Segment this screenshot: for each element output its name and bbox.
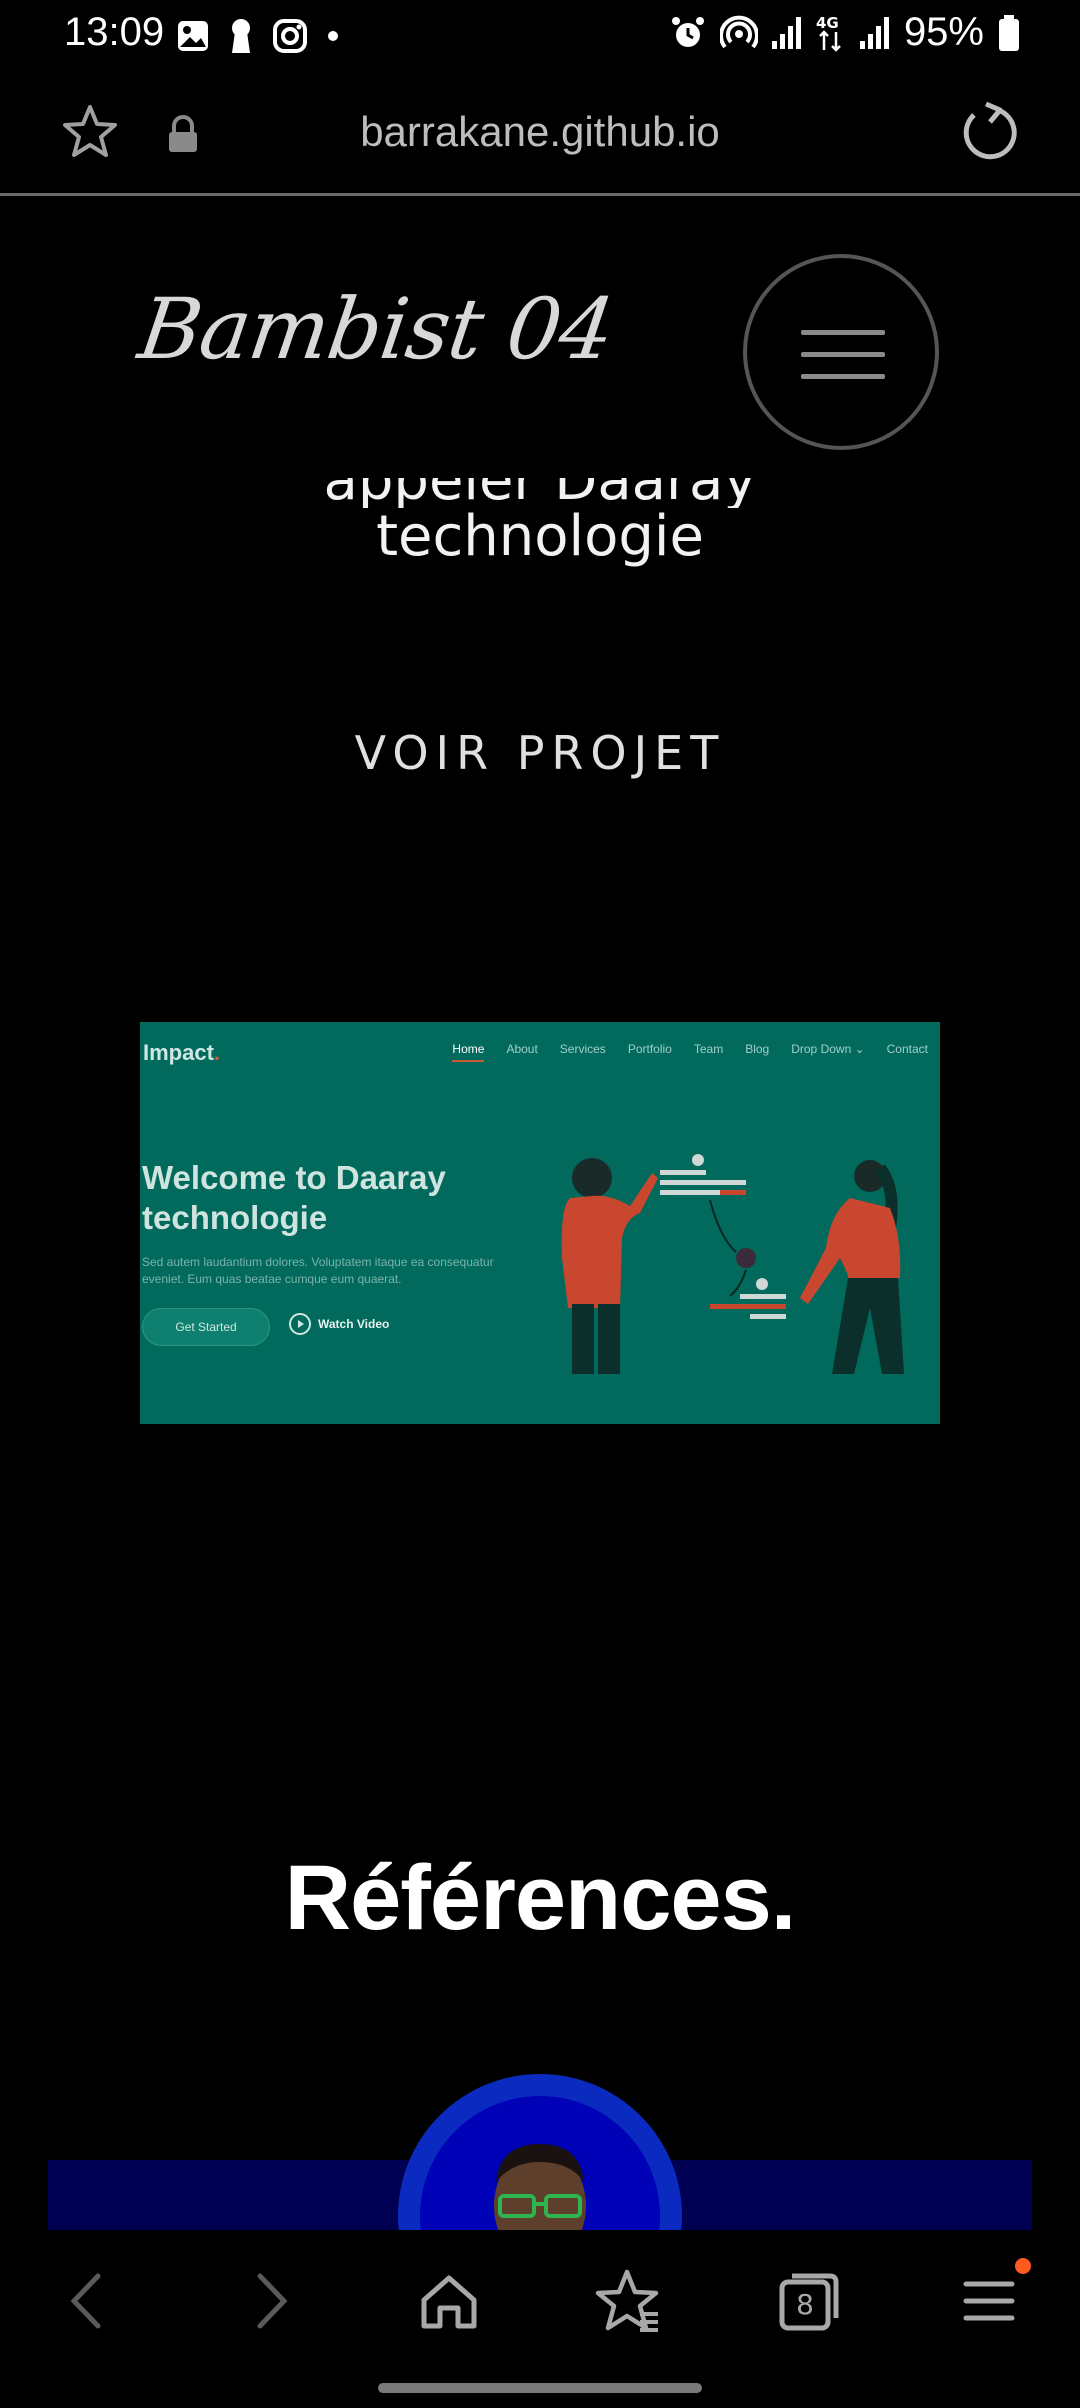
preview-get-started-button: Get Started — [142, 1308, 270, 1346]
bottom-navigation: 8 — [0, 2230, 1080, 2408]
dot-icon — [328, 31, 338, 41]
reload-icon[interactable] — [958, 100, 1022, 164]
play-icon — [289, 1313, 311, 1335]
tabs-count: 8 — [796, 2288, 814, 2321]
menu-bar-icon — [801, 330, 885, 335]
keyhole-icon — [232, 19, 250, 53]
network-4g-icon: 4G — [816, 14, 841, 52]
project-title-line2: technologie — [376, 504, 704, 569]
menu-icon[interactable] — [954, 2266, 1024, 2336]
status-time: 13:09 — [64, 10, 165, 54]
preview-nav-item: Blog — [745, 1042, 770, 1056]
battery-level: 95% — [903, 10, 984, 54]
browser-toolbar: barrakane.github.io — [0, 70, 1080, 196]
preview-nav: Home About Services Portfolio Team Blog … — [452, 1042, 928, 1062]
signal-icon — [771, 16, 801, 49]
back-icon[interactable] — [52, 2266, 122, 2336]
project-preview-image[interactable]: Impact. Home About Services Portfolio Te… — [140, 1022, 940, 1424]
notification-icons — [176, 18, 340, 54]
preview-hero-title: Welcome to Daaray technologie — [142, 1159, 446, 1236]
home-indicator[interactable] — [378, 2383, 702, 2393]
tabs-button[interactable]: 8 — [774, 2266, 844, 2336]
menu-bar-icon — [801, 374, 885, 379]
forward-icon[interactable] — [236, 2266, 306, 2336]
references-heading: Références. — [284, 1847, 797, 1949]
alarm-icon — [671, 16, 704, 47]
svg-text:4G: 4G — [816, 14, 839, 32]
status-bar: 13:09 4G 95% — [0, 0, 1080, 70]
preview-nav-item: Contact — [886, 1042, 928, 1056]
menu-bar-icon — [801, 352, 885, 357]
hotspot-icon — [719, 15, 758, 48]
preview-nav-item: Home — [452, 1042, 485, 1062]
instagram-icon — [273, 19, 307, 53]
battery-icon — [999, 14, 1019, 51]
system-icons: 4G 95% — [670, 10, 1020, 55]
preview-watch-video: Watch Video — [288, 1312, 389, 1336]
url-field[interactable]: barrakane.github.io — [0, 108, 1080, 156]
preview-nav-item: Portfolio — [627, 1042, 672, 1056]
menu-button[interactable] — [743, 254, 939, 450]
preview-logo: Impact. — [143, 1040, 221, 1065]
preview-nav-item: Team — [693, 1042, 724, 1056]
signal-icon-2 — [859, 16, 889, 49]
notification-dot — [1015, 2258, 1031, 2274]
view-project-link[interactable]: VOIR PROJET — [0, 726, 1080, 780]
preview-nav-item: About — [506, 1042, 538, 1056]
home-icon[interactable] — [414, 2266, 484, 2336]
gallery-icon — [178, 21, 208, 51]
preview-nav-item: Drop Down ⌄ — [791, 1042, 865, 1056]
project-title: appeler Daaray technologie — [0, 478, 1080, 566]
preview-nav-item: Services — [559, 1042, 606, 1056]
illustration-icon — [561, 1154, 904, 1374]
site-logo[interactable]: Bambist 04 — [133, 280, 619, 378]
preview-subtitle: Sed autem laudantium dolores. Voluptatem… — [142, 1255, 494, 1286]
bookmarks-star-icon[interactable] — [594, 2266, 664, 2336]
